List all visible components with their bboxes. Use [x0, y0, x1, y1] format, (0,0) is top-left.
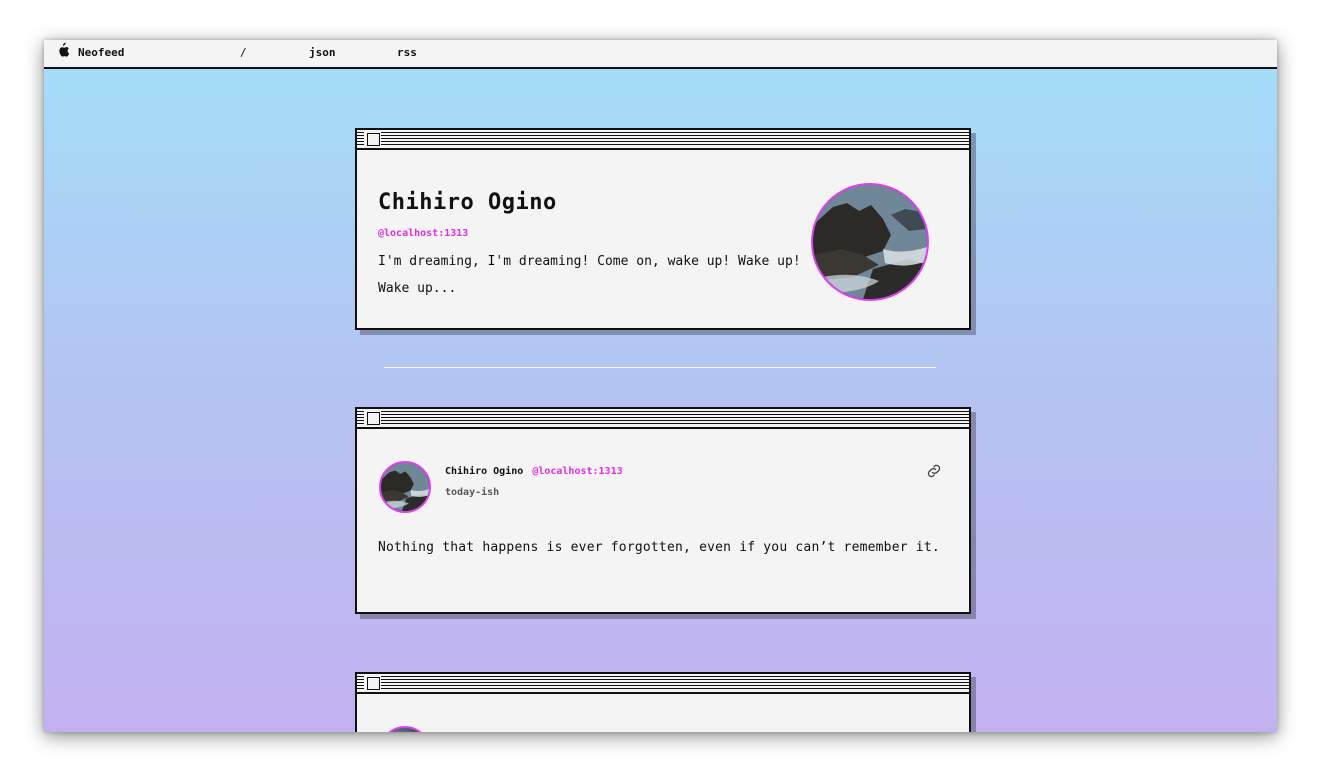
profile-handle[interactable]: @localhost:1313 — [378, 228, 468, 239]
window-titlebar — [357, 674, 969, 694]
avatar-image — [813, 185, 927, 299]
link-icon[interactable] — [925, 462, 943, 480]
brand-link[interactable]: Neofeed — [78, 46, 124, 59]
post-author: Chihiro Ogino @localhost:1313 — [445, 466, 623, 477]
home-link[interactable]: / — [240, 46, 247, 59]
menu-bar: Neofeed / json rss — [44, 40, 1277, 69]
close-box-icon[interactable] — [367, 677, 380, 690]
json-link[interactable]: json — [309, 46, 336, 59]
avatar — [811, 183, 929, 301]
profile-card: Chihiro Ogino @localhost:1313 I'm dreami… — [355, 128, 971, 330]
close-box-icon[interactable] — [367, 412, 380, 425]
profile-bio: I'm dreaming, I'm dreaming! Come on, wak… — [378, 254, 801, 296]
browser-viewport: Neofeed / json rss Chihiro Ogino @localh… — [44, 40, 1277, 732]
rss-link[interactable]: rss — [397, 46, 417, 59]
apple-icon[interactable] — [56, 42, 70, 58]
post-author-handle[interactable]: @localhost:1313 — [532, 466, 622, 477]
close-box-icon[interactable] — [367, 133, 380, 146]
section-divider — [384, 367, 936, 368]
window-titlebar — [357, 130, 969, 150]
post-timestamp: today-ish — [445, 487, 500, 498]
avatar — [379, 726, 431, 732]
post-card — [355, 672, 971, 732]
avatar — [379, 461, 431, 513]
avatar-image — [381, 463, 429, 511]
post-card: Chihiro Ogino @localhost:1313 today-ish … — [355, 407, 971, 614]
window-titlebar — [357, 409, 969, 429]
post-author-name: Chihiro Ogino — [445, 466, 524, 477]
profile-name: Chihiro Ogino — [378, 190, 557, 215]
post-body: Nothing that happens is ever forgotten, … — [378, 540, 940, 555]
